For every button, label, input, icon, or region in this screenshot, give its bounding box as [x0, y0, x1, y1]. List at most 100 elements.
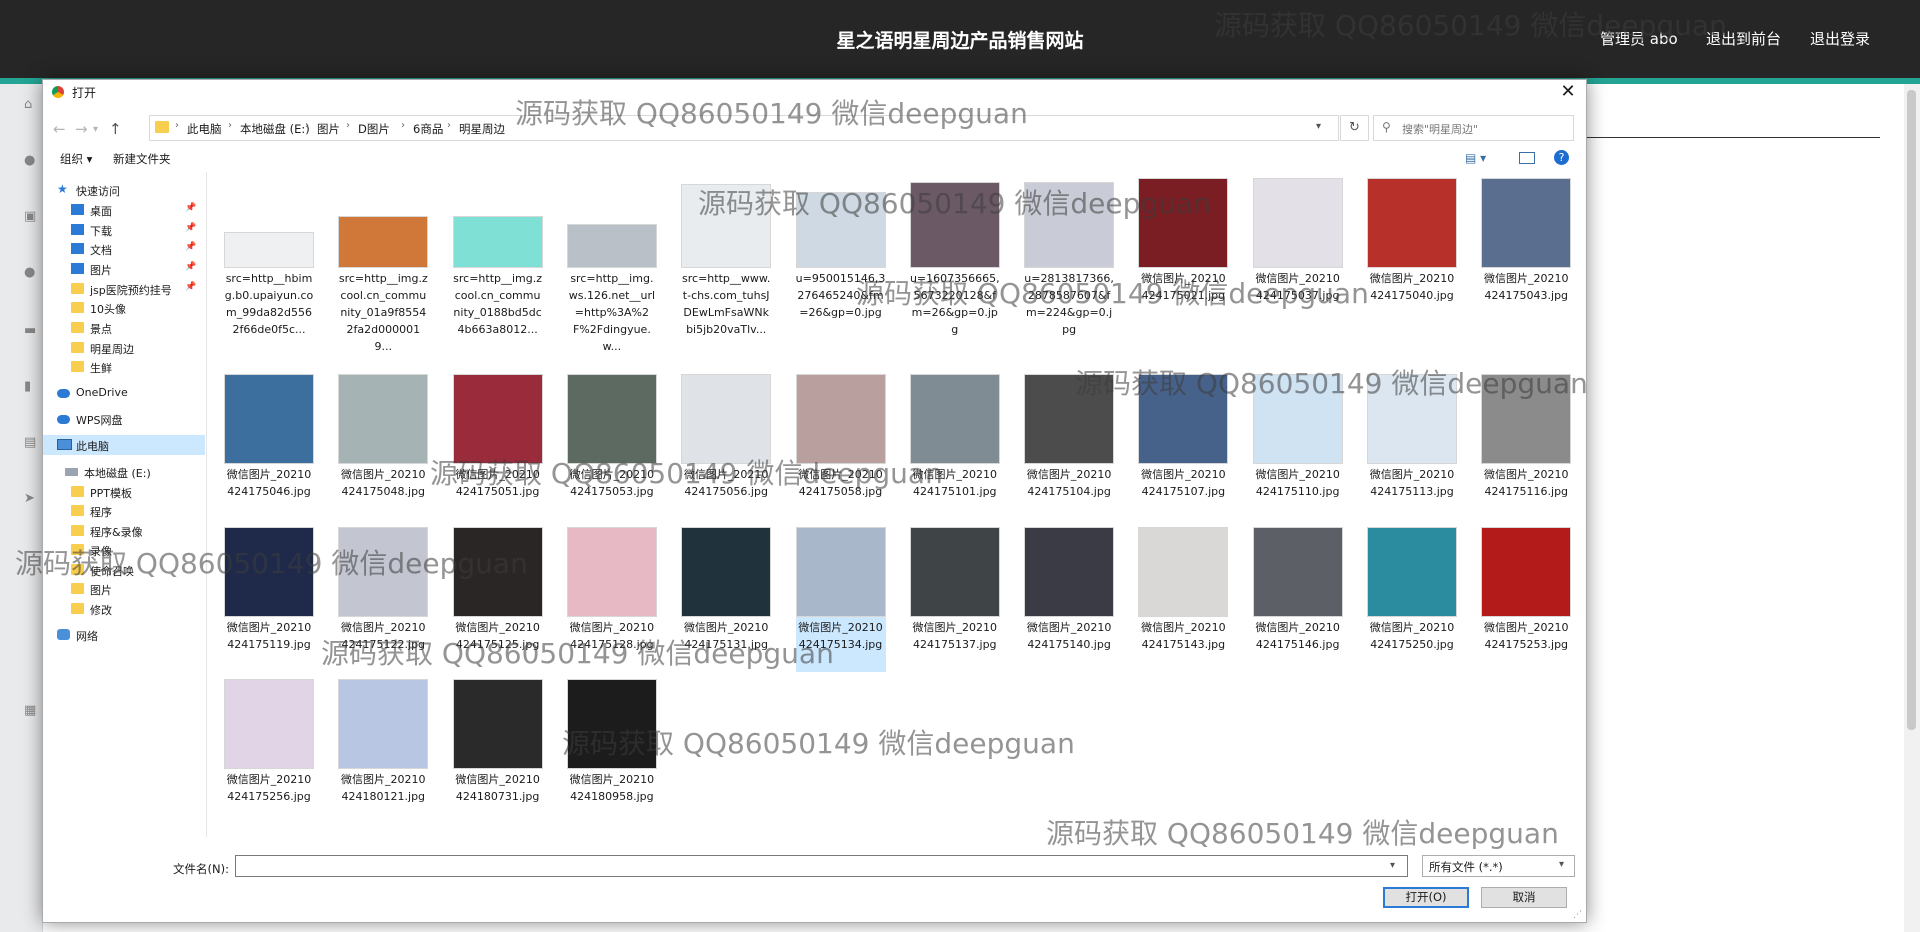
chevron-down-icon[interactable]: ▾ [1390, 860, 1395, 871]
nav-item[interactable]: 本地磁盘 (E:) [43, 462, 205, 482]
dialog-titlebar[interactable]: 打开 ✕ [43, 80, 1586, 104]
file-item[interactable]: u=1607356665,5673220128&fm=26&gp=0.jpg [909, 178, 1000, 353]
nav-item[interactable]: 程序&录像 [43, 521, 205, 541]
forward-arrow-icon[interactable]: → [75, 120, 88, 138]
nav-item[interactable]: PPT模板 [43, 482, 205, 502]
nav-item[interactable]: WPS网盘 [43, 409, 205, 429]
file-item[interactable]: 微信图片_20210424175122.jpg [338, 527, 429, 672]
breadcrumb-separator[interactable]: › [228, 120, 232, 131]
exit-to-front-link[interactable]: 退出到前台 [1706, 28, 1781, 49]
filename-input[interactable] [235, 855, 1408, 877]
file-item[interactable]: 微信图片_20210424175046.jpg [224, 374, 314, 519]
file-item[interactable]: 微信图片_20210424175040.jpg [1367, 178, 1457, 353]
nav-item[interactable]: 此电脑 [43, 435, 205, 455]
nav-item[interactable]: 生鲜 [43, 357, 205, 377]
file-item[interactable]: src=http__www.t-chs.com_tuhsJDEwLmFsaWNk… [681, 178, 772, 353]
new-folder-button[interactable]: 新建文件夹 [113, 151, 171, 167]
file-item[interactable]: 微信图片_20210424175116.jpg [1481, 374, 1572, 519]
chart-icon[interactable]: ▤ [24, 436, 38, 450]
nav-item[interactable]: 10头像 [43, 298, 205, 318]
breadcrumb-item[interactable]: 明星周边 [459, 121, 505, 137]
nav-item[interactable]: 文档 📌 [43, 239, 205, 259]
file-item[interactable]: 微信图片_20210424175110.jpg [1252, 374, 1343, 519]
nav-item[interactable]: 桌面 📌 [43, 200, 205, 220]
cancel-button[interactable]: 取消 [1481, 887, 1567, 908]
file-item[interactable]: u=2813817366,2878587607&fm=224&gp=0.jpg [1024, 178, 1115, 353]
nav-item[interactable]: OneDrive [43, 383, 205, 403]
nav-item[interactable]: 下载 📌 [43, 220, 205, 240]
nav-item[interactable]: 录像 [43, 540, 205, 560]
help-icon[interactable]: ? [1554, 150, 1569, 165]
nav-item[interactable]: 景点 [43, 318, 205, 338]
home-icon[interactable]: ⌂ [24, 98, 38, 112]
breadcrumb-separator[interactable]: › [305, 120, 309, 131]
breadcrumb-item[interactable]: 6商品 [413, 121, 443, 137]
file-item[interactable]: 微信图片_20210424175058.jpg [795, 374, 886, 519]
file-item[interactable]: src=http__hbimg.b0.upaiyun.com_99da82d55… [224, 178, 314, 353]
file-item[interactable]: 微信图片_20210424175037.jpg [1252, 178, 1343, 353]
file-item[interactable]: 微信图片_20210424175140.jpg [1024, 527, 1115, 672]
breadcrumb-separator[interactable]: › [401, 120, 405, 131]
recent-dropdown-icon[interactable]: ▾ [93, 124, 98, 135]
file-item[interactable]: 微信图片_20210424175107.jpg [1138, 374, 1229, 519]
view-options-icon[interactable]: ▤ ▾ [1465, 151, 1486, 165]
breadcrumb-item[interactable]: 本地磁盘 (E:) [240, 121, 310, 137]
file-item[interactable]: 微信图片_20210424175051.jpg [452, 374, 543, 519]
resize-grip-icon[interactable]: ⋰ [1573, 910, 1582, 920]
close-icon[interactable]: ✕ [1553, 80, 1583, 104]
nav-item[interactable]: ★ 快速访问 [43, 180, 205, 200]
file-item[interactable]: 微信图片_20210424175053.jpg [566, 374, 657, 519]
breadcrumb-item[interactable]: 此电脑 [187, 121, 222, 137]
file-item[interactable]: 微信图片_20210424175253.jpg [1481, 527, 1572, 672]
breadcrumb-separator[interactable]: › [175, 120, 179, 131]
open-button[interactable]: 打开(O) [1383, 887, 1469, 908]
file-item[interactable]: 微信图片_20210424175119.jpg [224, 527, 314, 672]
organize-menu[interactable]: 组织 ▾ [60, 151, 92, 167]
file-item[interactable]: 微信图片_20210424180958.jpg [566, 679, 657, 824]
file-item[interactable]: 微信图片_20210424175137.jpg [909, 527, 1000, 672]
file-item[interactable]: 微信图片_20210424175056.jpg [681, 374, 772, 519]
file-item[interactable]: 微信图片_20210424175043.jpg [1481, 178, 1572, 353]
file-item[interactable]: src=http__img.zcool.cn_community_01a9f85… [338, 178, 429, 353]
file-item[interactable]: 微信图片_20210424175131.jpg [681, 527, 772, 672]
breadcrumb-separator[interactable]: › [447, 120, 451, 131]
file-item[interactable]: 微信图片_20210424175250.jpg [1367, 527, 1457, 672]
file-item[interactable]: 微信图片_20210424175021.jpg [1138, 178, 1229, 353]
file-item[interactable]: 微信图片_20210424175146.jpg [1252, 527, 1343, 672]
up-arrow-icon[interactable]: ↑ [109, 120, 122, 138]
nav-item[interactable]: 程序 [43, 501, 205, 521]
nav-item[interactable]: 修改 [43, 599, 205, 619]
file-item[interactable]: 微信图片_20210424175125.jpg [452, 527, 543, 672]
nav-item[interactable]: 网络 [43, 625, 205, 645]
logout-link[interactable]: 退出登录 [1810, 28, 1870, 49]
file-item[interactable]: u=950015146,3276465240&fm=26&gp=0.jpg [795, 178, 886, 353]
file-item[interactable]: src=http__img.zcool.cn_community_0188bd5… [452, 178, 543, 353]
page-scrollbar-thumb[interactable] [1907, 90, 1916, 730]
preview-pane-icon[interactable] [1519, 152, 1535, 164]
file-item[interactable]: 微信图片_20210424175113.jpg [1367, 374, 1457, 519]
breadcrumb-item[interactable]: 图片 [317, 121, 340, 137]
file-item[interactable]: 微信图片_20210424175048.jpg [338, 374, 429, 519]
file-item[interactable]: 微信图片_20210424175134.jpg [795, 527, 886, 672]
nav-item[interactable]: jsp医院预约挂号 📌 [43, 279, 205, 299]
file-item[interactable]: src=http__img.ws.126.net__url=http%3A%2F… [566, 178, 657, 353]
mic-icon[interactable]: ▮ [24, 380, 38, 394]
address-bar[interactable]: › 此电脑 › 本地磁盘 (E:) › 图片 › D图片 › 6商品 › 明星周… [149, 115, 1339, 141]
file-item[interactable]: 微信图片_20210424175256.jpg [224, 679, 314, 824]
nav-item[interactable]: 使命召唤 [43, 560, 205, 580]
person-icon[interactable]: ● [24, 266, 38, 280]
file-item[interactable]: 微信图片_20210424180121.jpg [338, 679, 429, 824]
file-item[interactable]: 微信图片_20210424180731.jpg [452, 679, 543, 824]
file-item[interactable]: 微信图片_20210424175143.jpg [1138, 527, 1229, 672]
send-icon[interactable]: ➤ [24, 492, 38, 506]
order-icon[interactable]: ▬ [24, 324, 38, 338]
nav-item[interactable]: 图片 📌 [43, 259, 205, 279]
back-arrow-icon[interactable]: ← [53, 120, 66, 138]
grid-icon[interactable]: ▦ [24, 704, 38, 718]
breadcrumb-item[interactable]: D图片 [358, 121, 390, 137]
search-input[interactable]: ⚲ 搜索"明星周边" [1373, 115, 1574, 141]
user-icon[interactable]: ● [24, 154, 38, 168]
nav-item[interactable]: 明星周边 [43, 338, 205, 358]
refresh-icon[interactable]: ↻ [1340, 115, 1369, 141]
file-item[interactable]: 微信图片_20210424175128.jpg [566, 527, 657, 672]
